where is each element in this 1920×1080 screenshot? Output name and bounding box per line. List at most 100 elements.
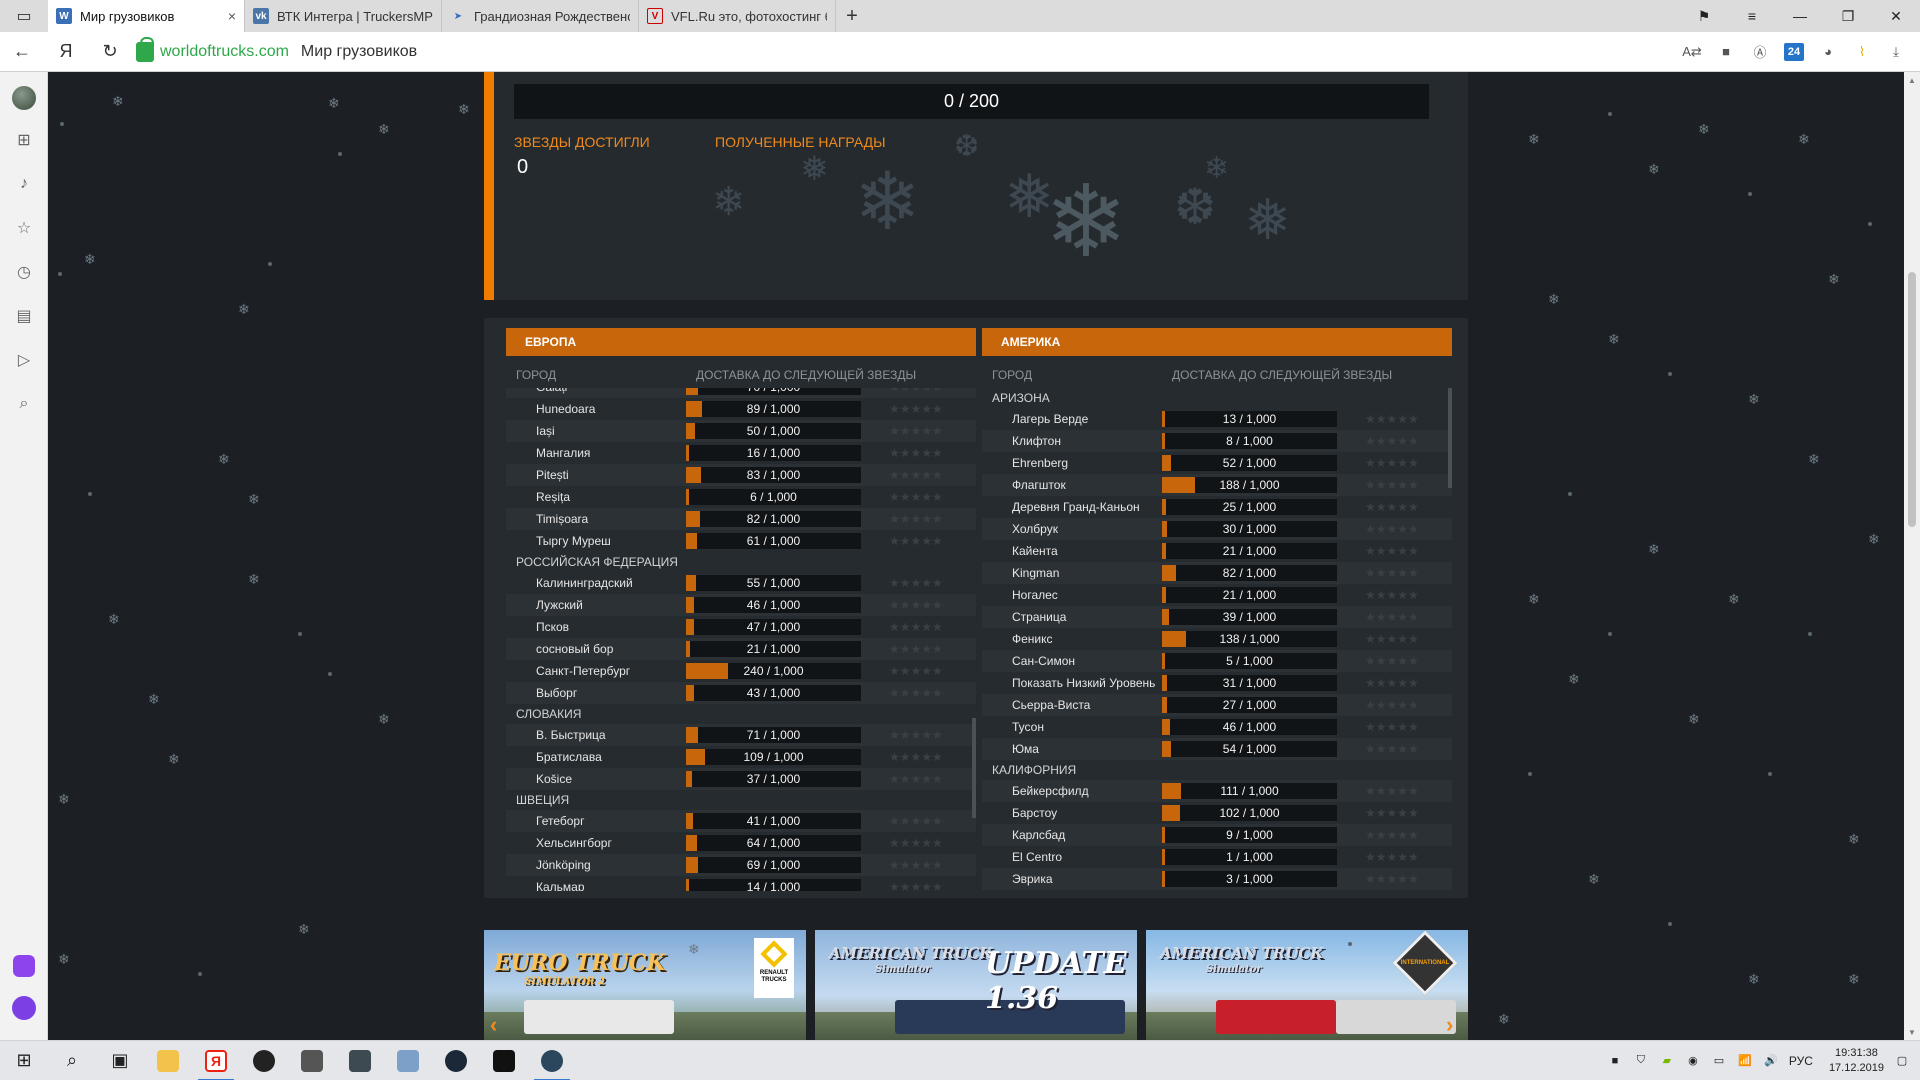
minimize-icon[interactable]: — <box>1776 0 1824 32</box>
city-row[interactable]: Сан-Симон 5 / 1,000 ★★★★★ <box>982 650 1452 672</box>
city-row[interactable]: Сьерра-Виста 27 / 1,000 ★★★★★ <box>982 694 1452 716</box>
europe-city-list[interactable]: Galați70 / 1,000 ★★★★★ Hunedoara 89 / 1,000… <box>506 388 976 891</box>
volume-icon[interactable]: 🔊 <box>1763 1053 1779 1069</box>
app-icon[interactable] <box>384 1041 432 1080</box>
reload-icon[interactable]: ↻ <box>88 32 132 72</box>
search-icon[interactable]: ⌕ <box>48 1041 96 1080</box>
city-row[interactable]: Клифтон 8 / 1,000 ★★★★★ <box>982 430 1452 452</box>
back-icon[interactable]: ← <box>0 32 44 72</box>
yandex-browser-icon[interactable]: Я <box>192 1041 240 1080</box>
city-row[interactable]: Кальмар 14 / 1,000 ★★★★★ <box>506 876 976 891</box>
tab-world-of-trucks[interactable]: W Мир грузовиков × <box>48 0 245 32</box>
scroll-up-icon[interactable]: ▲ <box>1904 72 1920 88</box>
nvidia-icon[interactable]: ▰ <box>1659 1053 1675 1069</box>
city-row[interactable]: Калининградский 55 / 1,000 ★★★★★ <box>506 572 976 594</box>
city-row[interactable]: Kingman 82 / 1,000 ★★★★★ <box>982 562 1452 584</box>
city-row[interactable]: Jönköping 69 / 1,000 ★★★★★ <box>506 854 976 876</box>
new-tab-button[interactable]: + <box>836 0 868 32</box>
city-row[interactable]: Эврика 3 / 1,000 ★★★★★ <box>982 868 1452 890</box>
city-row[interactable]: Мангалия 16 / 1,000 ★★★★★ <box>506 442 976 464</box>
scrollbar-thumb[interactable] <box>1908 272 1916 527</box>
clock[interactable]: 19:31:38 17.12.2019 <box>1829 1046 1884 1076</box>
close-icon[interactable]: × <box>228 8 236 24</box>
tray-app-icon[interactable]: ■ <box>1607 1053 1623 1069</box>
language-indicator[interactable]: РУС <box>1789 1054 1813 1068</box>
list-scrollbar[interactable] <box>1448 388 1452 488</box>
city-row[interactable]: Барстоу 102 / 1,000 ★★★★★ <box>982 802 1452 824</box>
banner-update[interactable]: AMERICAN TRUCK Simulator UPDATE 1.36 <box>815 930 1137 1040</box>
close-window-icon[interactable]: ✕ <box>1872 0 1920 32</box>
explorer-icon[interactable] <box>144 1041 192 1080</box>
alice-icon[interactable] <box>12 954 36 978</box>
start-icon[interactable]: ⊞ <box>0 1041 48 1080</box>
city-row[interactable]: В. Быстрица 71 / 1,000 ★★★★★ <box>506 724 976 746</box>
bookmarks-icon[interactable]: ⚑ <box>1680 0 1728 32</box>
collections-icon[interactable]: ▤ <box>12 304 36 328</box>
city-row[interactable]: Страница 39 / 1,000 ★★★★★ <box>982 606 1452 628</box>
scroll-down-icon[interactable]: ▼ <box>1904 1024 1920 1040</box>
url-field[interactable]: worldoftrucks.com Мир грузовиков <box>136 36 1682 66</box>
task-view-icon[interactable]: ▣ <box>96 1041 144 1080</box>
city-row[interactable]: Показать Низкий Уровень 31 / 1,000 ★★★★★ <box>982 672 1452 694</box>
history-icon[interactable]: ◷ <box>12 260 36 284</box>
city-row[interactable]: Ногалес 21 / 1,000 ★★★★★ <box>982 584 1452 606</box>
bell-icon[interactable]: ♪ <box>12 172 36 196</box>
restore-icon[interactable]: ❐ <box>1824 0 1872 32</box>
game-icon[interactable] <box>480 1041 528 1080</box>
translate-icon[interactable]: A⇄ <box>1682 42 1702 62</box>
profile-avatar[interactable] <box>12 86 36 110</box>
page-scrollbar[interactable]: ▲ ▼ <box>1904 72 1920 1040</box>
city-row[interactable]: Феникс 138 / 1,000 ★★★★★ <box>982 628 1452 650</box>
city-row[interactable]: Бейкерсфилд 111 / 1,000 ★★★★★ <box>982 780 1452 802</box>
screenshot-icon[interactable]: ⌕ <box>12 392 36 416</box>
tab-christmas-event[interactable]: ➤ Грандиозная Рождественс <box>442 0 639 32</box>
steam-tray-icon[interactable]: ◉ <box>1685 1053 1701 1069</box>
city-row[interactable]: Тусон 46 / 1,000 ★★★★★ <box>982 716 1452 738</box>
city-row[interactable]: Ehrenberg 52 / 1,000 ★★★★★ <box>982 452 1452 474</box>
city-row[interactable]: сосновый бор 21 / 1,000 ★★★★★ <box>506 638 976 660</box>
banner-next-button[interactable]: › <box>1446 1012 1453 1038</box>
city-row[interactable]: Выборг 43 / 1,000 ★★★★★ <box>506 682 976 704</box>
yandex-icon[interactable]: Я <box>44 32 88 72</box>
city-row[interactable]: Санкт-Петербург 240 / 1,000 ★★★★★ <box>506 660 976 682</box>
city-row[interactable]: Лужский 46 / 1,000 ★★★★★ <box>506 594 976 616</box>
world-of-tanks-icon[interactable] <box>288 1041 336 1080</box>
banner-prev-button[interactable]: ‹ <box>490 1012 497 1038</box>
city-row[interactable]: Galați70 / 1,000 ★★★★★ <box>506 388 976 398</box>
adblock-icon[interactable]: Ⓐ <box>1750 42 1770 62</box>
list-scrollbar[interactable] <box>972 718 976 818</box>
banner-euro-truck[interactable]: EURO TRUCK SIMULATOR 2 RENAULT TRUCKS <box>484 930 806 1040</box>
notifications-icon[interactable]: ▢ <box>1894 1053 1910 1069</box>
city-row[interactable]: Хельсингборг 64 / 1,000 ★★★★★ <box>506 832 976 854</box>
steam-icon[interactable] <box>432 1041 480 1080</box>
city-row[interactable]: Timișoara 82 / 1,000 ★★★★★ <box>506 508 976 530</box>
star-icon[interactable]: ☆ <box>12 216 36 240</box>
city-row[interactable]: Флагшток 188 / 1,000 ★★★★★ <box>982 474 1452 496</box>
sidebar-toggle-icon[interactable]: ▭ <box>0 0 48 32</box>
tab-vtk-integra[interactable]: vk ВТК Интегра | TruckersMP <box>245 0 442 32</box>
city-row[interactable]: Кайента 21 / 1,000 ★★★★★ <box>982 540 1452 562</box>
tab-vfl[interactable]: V VFL.Ru это, фотохостинг бе <box>639 0 836 32</box>
city-row[interactable]: Псков 47 / 1,000 ★★★★★ <box>506 616 976 638</box>
city-row[interactable]: Hunedoara 89 / 1,000 ★★★★★ <box>506 398 976 420</box>
video-icon[interactable]: ▷ <box>12 348 36 372</box>
rewards-label[interactable]: ПОЛУЧЕННЫЕ НАГРАДЫ <box>715 134 886 150</box>
bookmark-icon[interactable]: ■ <box>1716 42 1736 62</box>
city-row[interactable]: Košice 37 / 1,000 ★★★★★ <box>506 768 976 790</box>
download-icon[interactable]: ⤓ <box>1886 42 1906 62</box>
steam-active-icon[interactable] <box>528 1041 576 1080</box>
obs-icon[interactable] <box>240 1041 288 1080</box>
apps-icon[interactable]: ⊞ <box>12 128 36 152</box>
network-icon[interactable]: 📶 <box>1737 1053 1753 1069</box>
city-row[interactable]: Iași 50 / 1,000 ★★★★★ <box>506 420 976 442</box>
city-row[interactable]: Reșița 6 / 1,000 ★★★★★ <box>506 486 976 508</box>
city-row[interactable]: Деревня Гранд-Каньон 25 / 1,000 ★★★★★ <box>982 496 1452 518</box>
menu-icon[interactable]: ≡ <box>1728 0 1776 32</box>
city-row[interactable]: Pitești 83 / 1,000 ★★★★★ <box>506 464 976 486</box>
shield-icon[interactable]: ⛉ <box>1633 1053 1649 1069</box>
city-row[interactable]: Карлсбад 9 / 1,000 ★★★★★ <box>982 824 1452 846</box>
city-row[interactable]: Юма 54 / 1,000 ★★★★★ <box>982 738 1452 760</box>
extension-badge[interactable]: 24 <box>1784 42 1804 61</box>
city-row[interactable]: Тыргу Муреш 61 / 1,000 ★★★★★ <box>506 530 976 552</box>
city-row[interactable]: Холбрук 30 / 1,000 ★★★★★ <box>982 518 1452 540</box>
